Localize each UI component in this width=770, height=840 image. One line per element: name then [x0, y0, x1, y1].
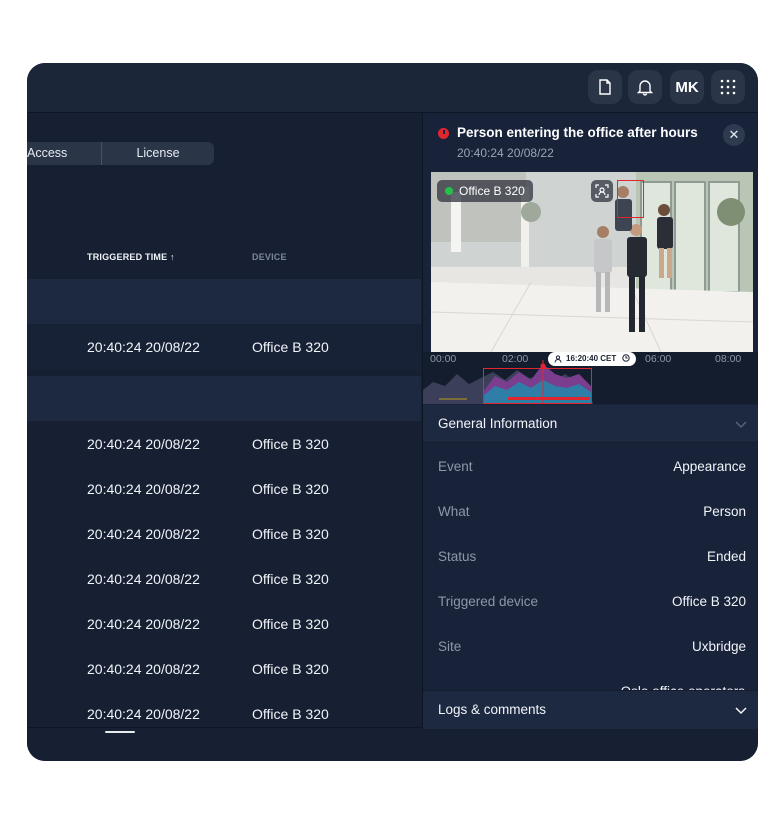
table-row[interactable]: 20:40:24 20/08/22 Office B 320 — [27, 422, 421, 467]
apps-menu-button[interactable] — [711, 70, 745, 104]
section-title: General Information — [438, 416, 558, 431]
info-key: Status — [438, 549, 477, 564]
event-title: Person entering the office after hours — [457, 125, 698, 140]
info-value: Office B 320 — [671, 594, 746, 609]
row-device: Office B 320 — [252, 339, 329, 355]
row-device: Office B 320 — [252, 526, 329, 542]
row-time: 20:40:24 20/08/22 — [87, 481, 200, 497]
info-key: Triggered device — [438, 594, 539, 609]
filter-tab-access[interactable]: Access — [27, 142, 101, 165]
row-time: 20:40:24 20/08/22 — [87, 706, 200, 722]
close-icon: ✕ — [728, 127, 740, 142]
info-value: Person — [703, 504, 746, 519]
table-row[interactable] — [27, 279, 421, 324]
info-key: What — [438, 504, 470, 519]
info-key: Event — [438, 459, 473, 474]
bell-icon — [636, 80, 654, 96]
timeline-selection[interactable] — [483, 368, 592, 404]
info-row-site: Site Uxbridge — [423, 624, 758, 669]
row-device: Office B 320 — [252, 661, 329, 677]
document-button[interactable] — [588, 70, 622, 104]
table-row[interactable] — [27, 376, 421, 421]
apps-grid-icon — [720, 79, 736, 95]
row-device: Office B 320 — [252, 436, 329, 452]
column-header-triggered-time[interactable]: TRIGGERED TIME ↑ — [87, 252, 175, 262]
general-information-header[interactable]: General Information — [423, 405, 758, 443]
table-row[interactable]: 20:40:24 20/08/22 Office B 320 — [27, 692, 421, 727]
logs-comments-header[interactable]: Logs & comments — [423, 690, 758, 729]
info-key: Site — [438, 639, 462, 654]
info-row-triggered-device: Triggered device Office B 320 — [423, 579, 758, 624]
row-device: Office B 320 — [252, 706, 329, 722]
table-row[interactable]: 20:40:24 20/08/22 Office B 320 — [27, 325, 421, 370]
row-time: 20:40:24 20/08/22 — [87, 571, 200, 587]
close-panel-button[interactable]: ✕ — [723, 124, 745, 146]
row-time: 20:40:24 20/08/22 — [87, 526, 200, 542]
chevron-down-icon — [735, 421, 747, 428]
row-time: 20:40:24 20/08/22 — [87, 436, 200, 452]
live-status-dot — [445, 187, 453, 195]
info-value: Uxbridge — [691, 639, 746, 654]
info-row-status: Status Ended — [423, 534, 758, 579]
detection-box — [617, 180, 644, 218]
document-icon — [599, 79, 611, 95]
filter-tab-license-plate[interactable]: License plate — [101, 142, 214, 165]
face-scan-icon — [595, 184, 609, 198]
row-device: Office B 320 — [252, 616, 329, 632]
row-time: 20:40:24 20/08/22 — [87, 616, 200, 632]
table-row[interactable]: 20:40:24 20/08/22 Office B 320 — [27, 467, 421, 512]
info-value: Ended — [706, 549, 746, 564]
app-window: MK Access License plate TRIGGERED TIME ↑… — [27, 63, 758, 761]
row-device: Office B 320 — [252, 571, 329, 587]
table-row[interactable]: 20:40:24 20/08/22 Office B 320 — [27, 647, 421, 692]
event-time: 20:40:24 20/08/22 — [457, 146, 554, 160]
camera-name-badge: Office B 320 — [437, 180, 533, 202]
notifications-button[interactable] — [628, 70, 662, 104]
info-value: Appearance — [673, 459, 746, 474]
user-initials: MK — [675, 78, 699, 96]
filter-segmented-control: Access License plate — [27, 142, 214, 165]
event-timeline[interactable]: 00:00 02:00 06:00 08:00 16:20:40 CET — [423, 352, 758, 404]
section-title: Logs & comments — [438, 702, 547, 717]
top-bar: MK — [27, 63, 758, 113]
face-scan-button[interactable] — [591, 180, 613, 202]
event-detail-panel: Person entering the office after hours 2… — [422, 113, 758, 729]
events-table-area: Access License plate TRIGGERED TIME ↑ DE… — [27, 113, 421, 727]
alert-icon — [438, 128, 449, 139]
scroll-indicator[interactable] — [105, 731, 135, 733]
user-avatar-button[interactable]: MK — [670, 70, 704, 104]
camera-video-frame[interactable]: Office B 320 — [431, 172, 753, 352]
row-time: 20:40:24 20/08/22 — [87, 339, 200, 355]
camera-name: Office B 320 — [459, 184, 525, 198]
column-header-device[interactable]: DEVICE — [252, 252, 287, 262]
table-row[interactable]: 20:40:24 20/08/22 Office B 320 — [27, 512, 421, 557]
bottom-bar — [27, 727, 758, 761]
chevron-down-icon — [735, 707, 747, 714]
info-row-what: What Person — [423, 489, 758, 534]
row-time: 20:40:24 20/08/22 — [87, 661, 200, 677]
info-row-event: Event Appearance — [423, 444, 758, 489]
row-device: Office B 320 — [252, 481, 329, 497]
table-row[interactable]: 20:40:24 20/08/22 Office B 320 — [27, 557, 421, 602]
table-row[interactable]: 20:40:24 20/08/22 Office B 320 — [27, 602, 421, 647]
